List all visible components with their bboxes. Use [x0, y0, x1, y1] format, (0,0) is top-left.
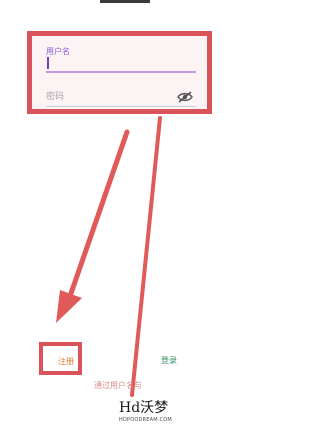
- username-login-link[interactable]: 通过用户名与: [94, 380, 142, 391]
- register-button[interactable]: 注册: [58, 356, 74, 367]
- login-screen: 用户名 注册 登录 通过用户名与 Hd沃梦 HDPOODREAM.COM: [0, 0, 250, 437]
- watermark-logo: Hd沃梦 HDPOODREAM.COM: [119, 397, 181, 431]
- annotation-arrows: [56, 116, 162, 397]
- watermark-subtext: HDPOODREAM.COM: [119, 417, 172, 423]
- watermark-text: Hd沃梦: [119, 400, 169, 416]
- login-button[interactable]: 登录: [161, 355, 177, 366]
